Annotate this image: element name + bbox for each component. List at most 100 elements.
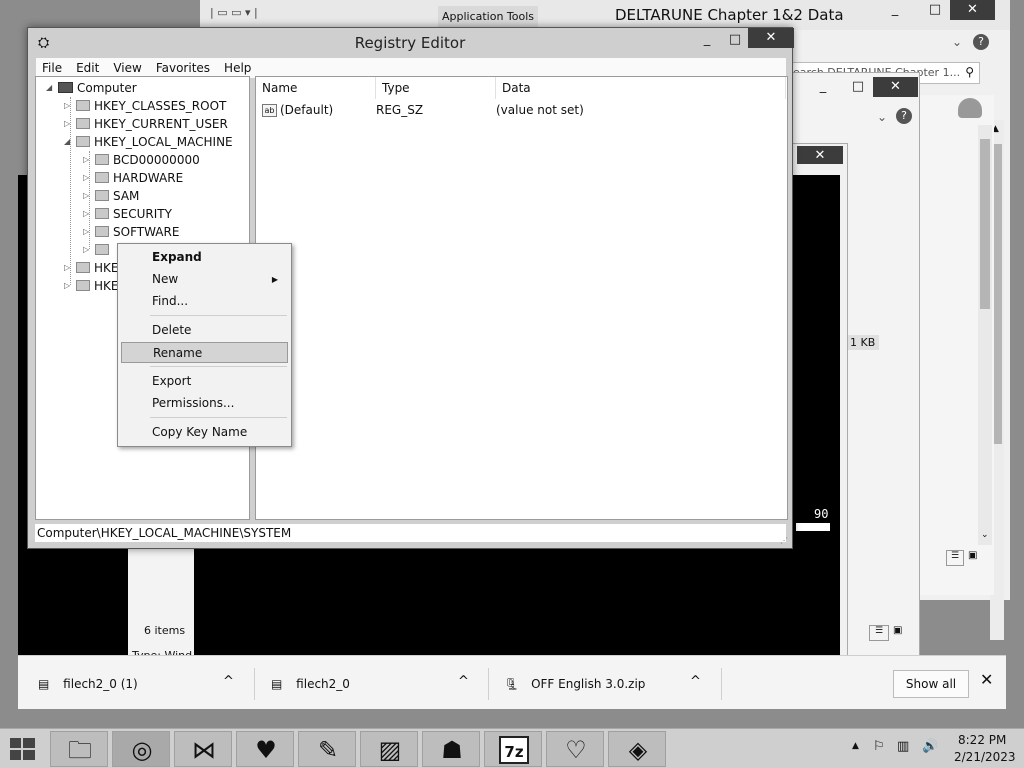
tree-node[interactable]: ▷ HKE — [64, 277, 118, 295]
resize-grip-icon[interactable]: ⋰ — [780, 536, 788, 545]
taskbar-button[interactable]: 7z — [484, 731, 542, 767]
menu-item-label: Delete — [152, 323, 192, 337]
download-item-2[interactable]: ▤ filech2_0 — [271, 674, 471, 694]
column-data[interactable]: Data — [496, 77, 786, 99]
show-hidden-icons-icon[interactable]: ▲ — [852, 741, 859, 751]
tree-node[interactable]: ▷ — [83, 241, 113, 259]
menu-item-rename[interactable]: Rename — [121, 342, 288, 363]
taskbar-button[interactable]: 🗀 — [50, 731, 108, 767]
ribbon-collapse-icon[interactable]: ⌄ — [952, 35, 962, 49]
tree-node[interactable]: ▷ HARDWARE — [83, 169, 183, 187]
taskbar-button[interactable]: ♥ — [236, 731, 294, 767]
tree-node[interactable]: ▷ BCD00000000 — [83, 151, 200, 169]
menu-item-copy-key-name[interactable]: Copy Key Name — [121, 422, 288, 443]
tree-collapse-icon[interactable]: ◢ — [46, 79, 56, 97]
maximize-button[interactable]: □ — [920, 0, 950, 20]
tree-node[interactable]: ▷ SECURITY — [83, 205, 172, 223]
close-icon[interactable]: ✕ — [980, 670, 993, 689]
menu-item-new[interactable]: New ▶ — [121, 269, 288, 290]
download-name: filech2_0 — [296, 677, 350, 691]
tree-expand-icon[interactable]: ▷ — [64, 277, 74, 295]
menu-item-label: New — [152, 272, 179, 286]
minimize-button-2[interactable]: _ — [811, 77, 835, 97]
download-menu-chevron-icon[interactable]: ^ — [690, 674, 701, 689]
tree-expand-icon[interactable]: ▷ — [64, 259, 74, 277]
network-icon[interactable]: ▥ — [897, 739, 909, 754]
tree-node[interactable]: ▷ SOFTWARE — [83, 223, 179, 241]
tree-expand-icon[interactable]: ▷ — [64, 115, 74, 133]
tree-expand-icon[interactable]: ▷ — [83, 241, 93, 259]
menu-favorites[interactable]: Favorites — [150, 61, 218, 75]
download-menu-chevron-icon[interactable]: ^ — [223, 674, 234, 689]
registry-values-pane[interactable]: Name Type Data ab (Default) REG_SZ (value… — [255, 76, 788, 520]
flag-icon[interactable]: ⚐ — [873, 739, 885, 754]
tree-node[interactable]: ◢ Computer — [46, 79, 137, 97]
menu-item-export[interactable]: Export — [121, 371, 288, 392]
tree-node[interactable]: ◢ HKEY_LOCAL_MACHINE — [64, 133, 233, 151]
download-name: OFF English 3.0.zip — [531, 677, 646, 691]
download-menu-chevron-icon[interactable]: ^ — [458, 674, 469, 689]
regedit-maximize-button[interactable]: □ — [722, 30, 748, 50]
download-item-3[interactable]: 🗜 OFF English 3.0.zip — [504, 674, 704, 694]
regedit-close-button[interactable]: ✕ — [748, 28, 794, 48]
details-view-icon[interactable]: ☰ — [869, 625, 889, 641]
folder-icon — [95, 226, 109, 237]
menu-item-delete[interactable]: Delete — [121, 320, 288, 341]
value-row[interactable]: ab (Default) REG_SZ (value not set) — [262, 101, 782, 119]
large-icons-view-icon[interactable]: ▣ — [893, 625, 909, 641]
menu-edit[interactable]: Edit — [70, 61, 107, 75]
application-tools-tab[interactable]: Application Tools — [438, 6, 538, 28]
menu-file[interactable]: File — [36, 61, 70, 75]
menu-help[interactable]: Help — [218, 61, 259, 75]
menu-item-permissions[interactable]: Permissions... — [121, 393, 288, 414]
tree-node[interactable]: ▷ HKEY_CURRENT_USER — [64, 115, 228, 133]
taskbar-button[interactable]: ◎ — [112, 731, 170, 767]
start-button[interactable] — [8, 735, 38, 763]
tree-node[interactable]: ▷ SAM — [83, 187, 139, 205]
close-button-2[interactable]: ✕ — [873, 77, 918, 97]
taskbar-button[interactable]: ♡ — [546, 731, 604, 767]
right-scrollbar[interactable] — [978, 125, 992, 545]
taskbar-button[interactable]: ✎ — [298, 731, 356, 767]
tree-expand-icon[interactable]: ▷ — [83, 169, 93, 187]
scroll-down-icon[interactable]: ⌄ — [981, 530, 989, 540]
minimize-button[interactable]: _ — [880, 0, 910, 20]
regedit-minimize-button[interactable]: _ — [694, 30, 720, 50]
menu-view[interactable]: View — [107, 61, 149, 75]
quick-access-toolbar[interactable]: | ▭ ▭ ▾ | — [210, 6, 305, 24]
regedit-titlebar[interactable]: ⛭ Registry Editor _ □ ✕ — [28, 28, 794, 58]
tree-expand-icon[interactable]: ▷ — [83, 223, 93, 241]
close-button-3[interactable]: ✕ — [797, 146, 843, 164]
menu-item-find[interactable]: Find... — [121, 291, 288, 312]
cube-icon: ◈ — [628, 736, 648, 764]
download-file-icon: ▤ — [271, 677, 283, 691]
tree-expand-icon[interactable]: ▷ — [83, 187, 93, 205]
tree-node[interactable]: ▷ HKE — [64, 259, 118, 277]
help-icon-2[interactable]: ? — [896, 108, 912, 124]
taskbar-button[interactable]: ▨ — [360, 731, 418, 767]
volume-icon[interactable]: 🔊 — [922, 739, 938, 754]
taskbar-button[interactable]: ◈ — [608, 731, 666, 767]
large-icons-view-icon-2[interactable]: ▣ — [968, 550, 984, 566]
help-icon[interactable]: ? — [973, 34, 989, 50]
menu-item-expand[interactable]: Expand — [121, 247, 288, 268]
tree-expand-icon[interactable]: ▷ — [83, 151, 93, 169]
menu-item-label: Copy Key Name — [152, 425, 248, 439]
show-all-button[interactable]: Show all — [893, 670, 969, 698]
right-scroll-thumb[interactable] — [980, 139, 990, 309]
maximize-button-2[interactable]: □ — [846, 77, 870, 97]
tree-expand-icon[interactable]: ▷ — [83, 205, 93, 223]
clock-time[interactable]: 8:22 PM — [958, 733, 1006, 747]
clock-date[interactable]: 2/21/2023 — [954, 750, 1016, 764]
tree-expand-icon[interactable]: ▷ — [64, 97, 74, 115]
download-item-1[interactable]: ▤ filech2_0 (1) — [38, 674, 238, 694]
tree-node[interactable]: ▷ HKEY_CLASSES_ROOT — [64, 97, 226, 115]
tree-collapse-icon[interactable]: ◢ — [64, 133, 74, 151]
taskbar-button[interactable]: ☗ — [422, 731, 480, 767]
taskbar-button[interactable]: ⋈ — [174, 731, 232, 767]
ribbon-collapse-icon-2[interactable]: ⌄ — [877, 110, 887, 124]
column-type[interactable]: Type — [376, 77, 496, 99]
close-button[interactable]: ✕ — [950, 0, 995, 20]
details-view-icon-2[interactable]: ☰ — [946, 550, 964, 566]
column-name[interactable]: Name — [256, 77, 376, 99]
